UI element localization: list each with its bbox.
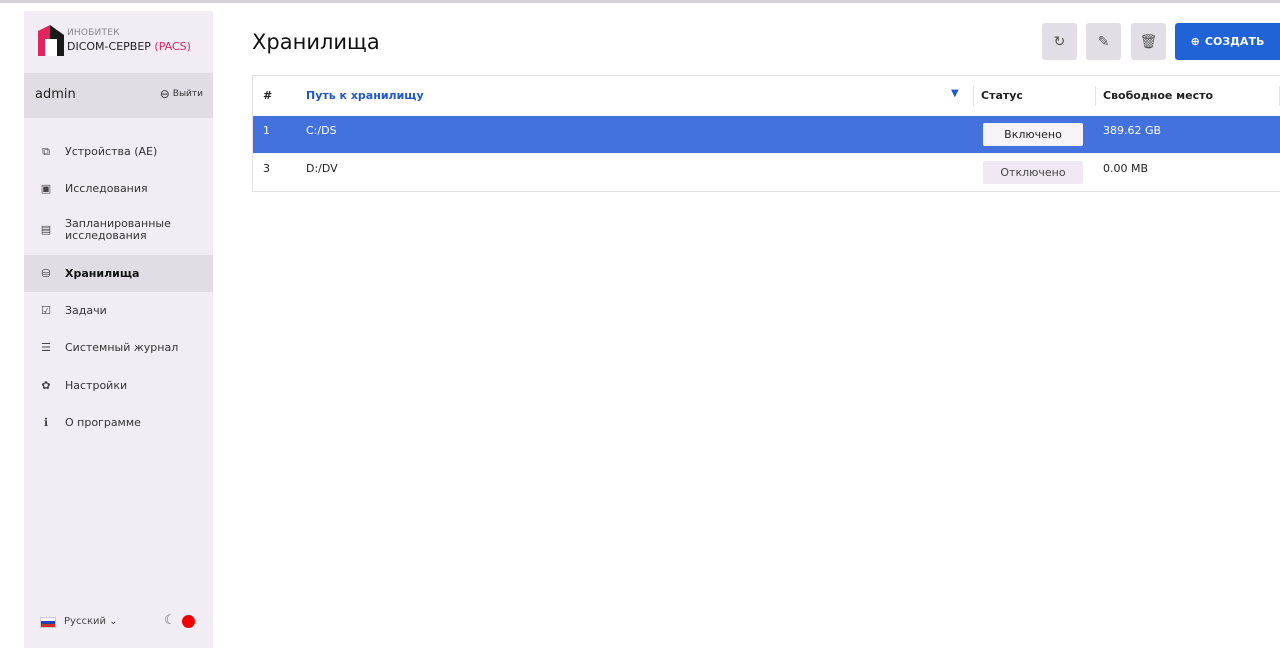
russian-flag-icon xyxy=(40,617,56,628)
devices-icon: ⧉ xyxy=(42,144,50,158)
sidebar-item-label: О программе xyxy=(65,415,141,429)
create-button[interactable]: ⊕ СОЗДАТЬ xyxy=(1175,23,1280,60)
about-icon: ℹ xyxy=(43,415,49,429)
column-header-num[interactable]: # xyxy=(263,89,272,102)
cell-free-space: 389.62 GB xyxy=(1103,124,1162,137)
language-label: Русский xyxy=(64,616,106,627)
cell-num: 3 xyxy=(263,162,270,175)
table-row[interactable]: 3 D:/DV Отключено 0.00 MB xyxy=(253,154,1280,191)
status-badge: Включено xyxy=(983,123,1083,146)
sidebar: ИНОБИТЕК DICOM-СЕРВЕР (PACS) admin ⊖ Вый… xyxy=(24,11,213,648)
logout-icon: ⊖ xyxy=(159,87,170,101)
sidebar-item-label: Хранилища xyxy=(65,266,140,280)
column-header-path[interactable]: Путь к хранилищу xyxy=(306,89,424,102)
logout-button[interactable]: ⊖ Выйти xyxy=(159,87,203,101)
top-border xyxy=(0,0,1280,3)
logo[interactable]: ИНОБИТЕК DICOM-СЕРВЕР (PACS) xyxy=(24,11,213,71)
cell-num: 1 xyxy=(263,124,270,137)
column-header-free-space[interactable]: Свободное место xyxy=(1103,89,1213,102)
user-name: admin xyxy=(35,87,76,102)
refresh-icon: ↻ xyxy=(1053,33,1066,50)
cell-path: D:/DV xyxy=(306,162,338,175)
sidebar-item-system-log[interactable]: ☰ Системный журнал xyxy=(24,329,213,366)
sort-desc-icon[interactable]: ▼ xyxy=(951,88,959,99)
system-log-icon: ☰ xyxy=(41,340,51,354)
refresh-button[interactable]: ↻ xyxy=(1042,23,1077,60)
table-header: # Путь к хранилищу ▼ Статус Свободное ме… xyxy=(253,76,1280,116)
logout-label: Выйти xyxy=(172,89,203,99)
logo-icon xyxy=(38,25,64,56)
storage-table: # Путь к хранилищу ▼ Статус Свободное ме… xyxy=(252,75,1280,192)
sidebar-item-label: Настройки xyxy=(65,378,128,392)
sidebar-item-label: Запланированные исследования xyxy=(65,217,171,242)
tasks-icon: ☑ xyxy=(41,303,51,317)
sidebar-item-scheduled-studies[interactable]: ▤ Запланированные исследования xyxy=(24,209,213,251)
cell-path: C:/DS xyxy=(306,124,337,137)
moon-icon[interactable]: ☾ xyxy=(164,613,176,628)
logo-product-name: DICOM-СЕРВЕР xyxy=(67,40,151,53)
sidebar-footer: Русский ⌄ ☾ xyxy=(24,609,213,639)
delete-button[interactable]: 🗑 xyxy=(1131,23,1166,60)
pencil-icon: ✎ xyxy=(1097,33,1110,50)
settings-icon: ✿ xyxy=(41,378,51,392)
status-badge: Отключено xyxy=(983,161,1083,184)
sidebar-item-tasks[interactable]: ☑ Задачи xyxy=(24,292,213,329)
logo-company: ИНОБИТЕК xyxy=(67,28,120,38)
logo-product-suffix: (PACS) xyxy=(154,40,191,53)
scheduled-studies-icon: ▤ xyxy=(40,223,52,236)
storage-icon: ⛁ xyxy=(41,266,51,280)
sidebar-item-label: Исследования xyxy=(65,181,148,195)
page-title: Хранилища xyxy=(252,30,380,54)
chevron-down-icon: ⌄ xyxy=(109,616,118,627)
trash-icon: 🗑 xyxy=(1139,33,1158,50)
sidebar-item-settings[interactable]: ✿ Настройки xyxy=(24,367,213,404)
sidebar-item-label: Задачи xyxy=(65,303,107,317)
cell-free-space: 0.00 MB xyxy=(1103,162,1149,175)
sidebar-item-devices[interactable]: ⧉ Устройства (AE) xyxy=(24,133,213,170)
logo-product: DICOM-СЕРВЕР (PACS) xyxy=(67,40,191,53)
sidebar-item-label: Устройства (AE) xyxy=(65,144,158,158)
studies-icon: ▣ xyxy=(40,181,52,195)
language-select[interactable]: Русский ⌄ xyxy=(64,616,118,627)
sidebar-item-label: Системный журнал xyxy=(65,340,179,354)
sidebar-item-about[interactable]: ℹ О программе xyxy=(24,404,213,441)
create-label: СОЗДАТЬ xyxy=(1204,35,1265,48)
user-bar: admin ⊖ Выйти xyxy=(24,73,213,118)
status-indicator-dot xyxy=(182,615,195,628)
column-separator xyxy=(973,86,974,106)
table-row[interactable]: 1 C:/DS Включено 389.62 GB xyxy=(253,116,1280,153)
column-header-status[interactable]: Статус xyxy=(981,89,1023,102)
plus-circle-icon: ⊕ xyxy=(1190,35,1200,48)
column-separator xyxy=(1095,86,1096,106)
edit-button[interactable]: ✎ xyxy=(1086,23,1121,60)
sidebar-item-storage[interactable]: ⛁ Хранилища xyxy=(24,255,213,292)
sidebar-item-studies[interactable]: ▣ Исследования xyxy=(24,170,213,207)
